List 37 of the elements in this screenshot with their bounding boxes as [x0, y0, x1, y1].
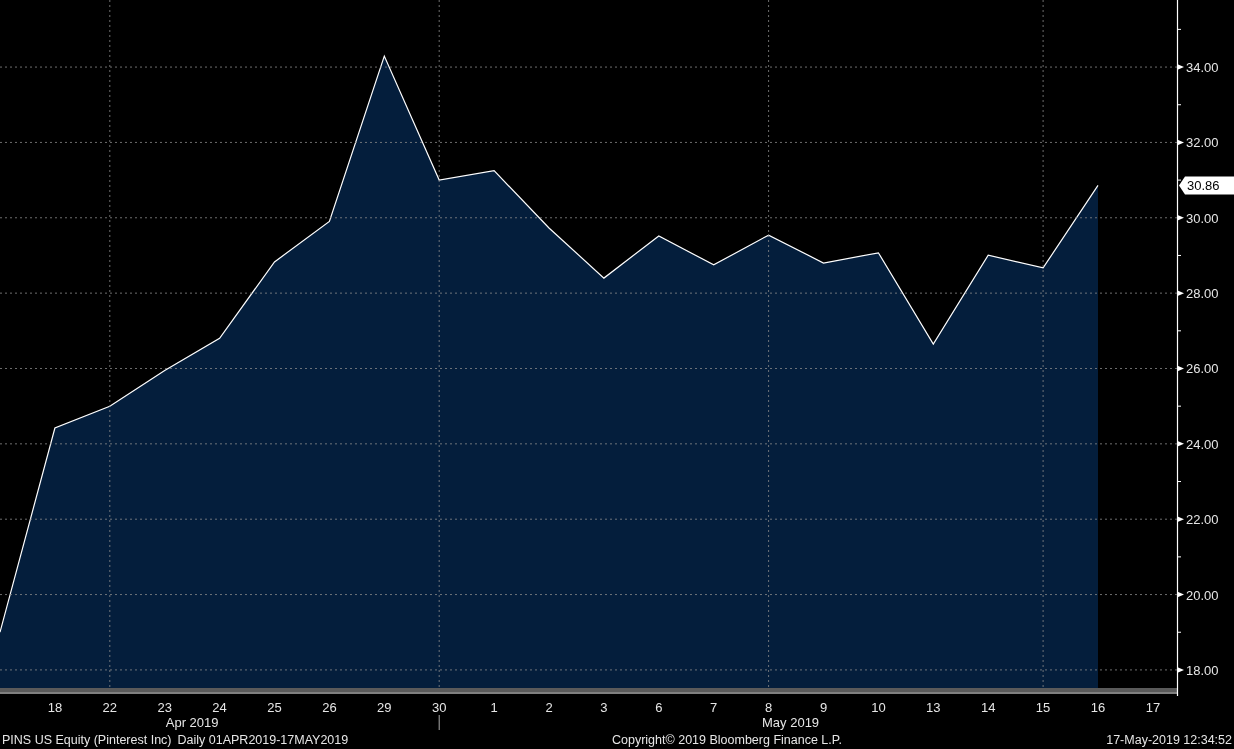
x-tick-label: 10 [871, 700, 886, 715]
x-tick-label: 18 [47, 700, 63, 715]
y-tick-label: 34.00 [1186, 60, 1219, 76]
copyright-text: Copyright© 2019 Bloomberg Finance L.P. [612, 732, 842, 747]
x-tick-label: 26 [322, 700, 337, 715]
x-tick-label: 29 [377, 700, 392, 715]
date-range: Daily 01APR2019-17MAY2019 [177, 732, 349, 747]
x-tick-label: 15 [1035, 700, 1051, 715]
y-tick-label: 22.00 [1186, 512, 1219, 528]
x-tick-label: 14 [980, 700, 996, 715]
last-price-tag: 30.86 [1179, 176, 1234, 195]
x-tick-label: 23 [157, 700, 172, 715]
y-tick-label: 24.00 [1186, 436, 1219, 452]
timestamp: 17-May-2019 12:34:52 [1106, 732, 1233, 747]
x-tick-label: 3 [600, 700, 608, 715]
x-tick-label: 16 [1090, 700, 1106, 715]
month-label: Apr 2019 [165, 715, 219, 730]
x-tick-label: 13 [926, 700, 941, 715]
x-tick-label: 2 [545, 700, 553, 715]
security-name: PINS US Equity (Pinterest Inc) [2, 732, 172, 747]
x-tick-label: 6 [655, 700, 663, 715]
x-tick-label: 7 [710, 700, 718, 715]
y-tick-label: 30.00 [1186, 210, 1219, 226]
x-tick-label: 24 [212, 700, 227, 715]
y-tick-label: 32.00 [1186, 135, 1219, 151]
x-tick-label: 1 [490, 700, 498, 715]
x-tick-label: 17 [1145, 700, 1161, 715]
x-tick-label: 22 [102, 700, 118, 715]
y-tick-label: 20.00 [1186, 587, 1219, 603]
y-tick-label: 26.00 [1186, 361, 1219, 377]
y-tick-label: 28.00 [1186, 286, 1219, 302]
y-tick-label: 18.00 [1186, 662, 1219, 678]
x-tick-label: 9 [819, 700, 828, 715]
month-label: May 2019 [762, 715, 820, 730]
x-tick-label: 8 [765, 700, 773, 715]
x-tick-label: 30 [431, 700, 447, 715]
x-tick-label: 25 [267, 700, 282, 715]
